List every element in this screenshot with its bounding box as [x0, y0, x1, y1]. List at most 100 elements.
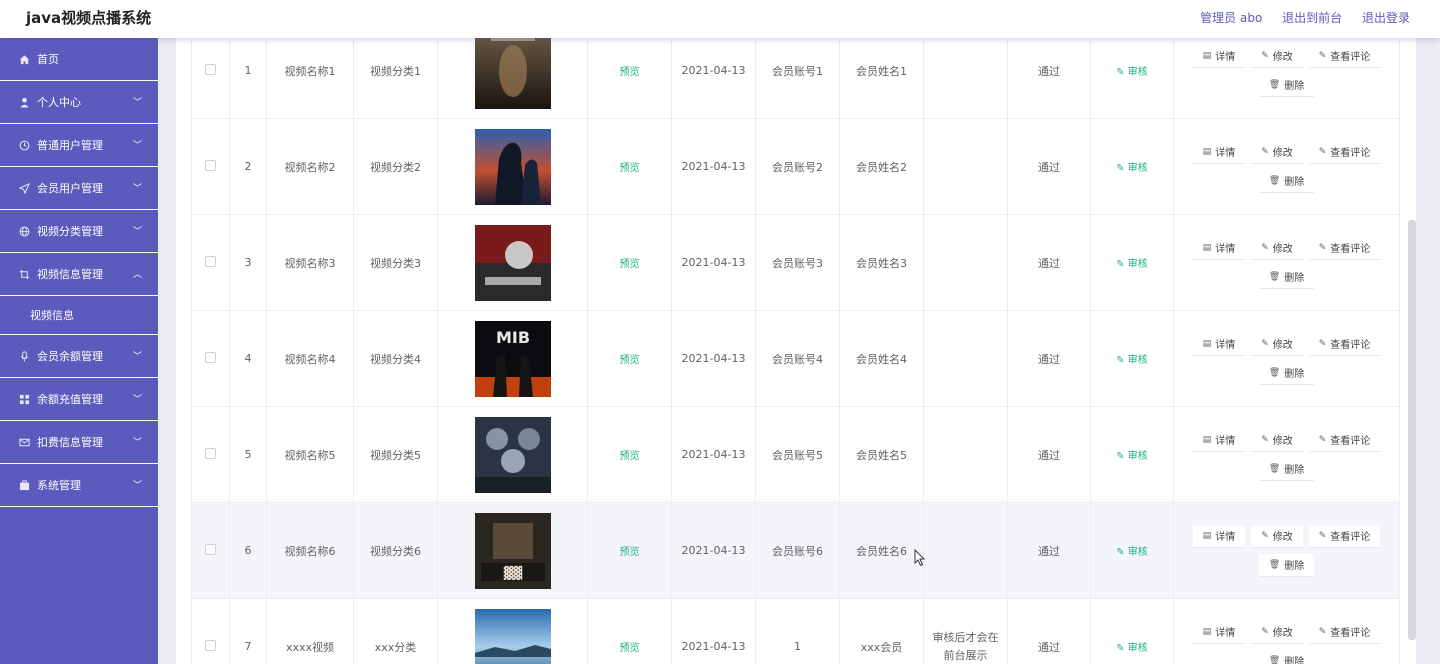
audit-reply-text: 审核后才会在前台展示	[932, 630, 999, 662]
preview-link[interactable]: 预览	[620, 67, 640, 78]
sidebar-item-home[interactable]: 首页	[0, 38, 158, 81]
table-row: 5 视频名称5 视频分类5 预览 2021-04-13 会员账号5 会员姓名5 通过 ✎ 审核 ▤…	[191, 406, 1400, 503]
sidebar-item-normal-user-management[interactable]: 普通用户管理 ﹀	[0, 124, 158, 167]
audit-label: 审核	[1127, 67, 1148, 78]
audit-link[interactable]: ✎ 审核	[1116, 547, 1148, 558]
audit-link[interactable]: ✎ 审核	[1116, 643, 1148, 654]
sidebar-item-video-info-management[interactable]: 视频信息管理 ︿	[0, 253, 158, 296]
row-checkbox[interactable]	[205, 543, 216, 555]
delete-button[interactable]: 🗑 删除	[1258, 649, 1315, 664]
grid-icon	[18, 393, 30, 405]
poster-cell	[437, 38, 588, 119]
member-name-cell: xxx会员	[839, 598, 924, 664]
delete-button[interactable]: 🗑 删除	[1258, 457, 1315, 481]
exit-to-front-link[interactable]: 退出到前台	[1282, 11, 1342, 25]
detail-label: 详情	[1215, 628, 1236, 639]
audit-action-cell: ✎ 审核	[1090, 118, 1174, 215]
delete-button[interactable]: 🗑 删除	[1258, 265, 1315, 289]
select-cell	[191, 598, 230, 664]
trash-icon: 🗑	[1268, 175, 1281, 186]
edit-label: 修改	[1272, 340, 1293, 351]
video-table: 1 视频名称1 视频分类1 预览 2021-04-13 会员账号1 会员姓名1 通过 ✎ 审核 ▤…	[191, 38, 1400, 664]
sidebar-item-system-management[interactable]: 系统管理 ﹀	[0, 464, 158, 507]
logout-link[interactable]: 退出登录	[1362, 11, 1410, 25]
preview-link[interactable]: 预览	[620, 451, 640, 462]
audit-link[interactable]: ✎ 审核	[1116, 259, 1148, 270]
view-comments-button[interactable]: ✎ 查看评论	[1308, 332, 1381, 356]
row-checkbox[interactable]	[205, 159, 216, 171]
chevron-down-icon: ﹀	[132, 481, 142, 491]
mouse-cursor-icon	[914, 549, 926, 567]
preview-link[interactable]: 预览	[620, 643, 640, 654]
delete-label: 删除	[1284, 561, 1305, 572]
preview-link[interactable]: 预览	[620, 547, 640, 558]
trash-icon: 🗑	[1268, 559, 1281, 570]
detail-button[interactable]: ▤ 详情	[1192, 236, 1246, 260]
member-account-cell: 会员账号2	[755, 118, 840, 215]
detail-button[interactable]: ▤ 详情	[1192, 44, 1246, 68]
detail-button[interactable]: ▤ 详情	[1192, 140, 1246, 164]
row-checkbox[interactable]	[205, 639, 216, 651]
sidebar-item-member-user-management[interactable]: 会员用户管理 ﹀	[0, 167, 158, 210]
view-comments-button[interactable]: ✎ 查看评论	[1308, 44, 1381, 68]
sidebar-item-deduction-management[interactable]: 扣费信息管理 ﹀	[0, 421, 158, 464]
top-bar: java视频点播系统 管理员 abo 退出到前台 退出登录	[0, 0, 1440, 38]
chevron-down-icon: ﹀	[132, 395, 142, 405]
edit-button[interactable]: ✎ 修改	[1251, 44, 1303, 68]
delete-button[interactable]: 🗑 删除	[1258, 361, 1315, 385]
view-comments-button[interactable]: ✎ 查看评论	[1308, 140, 1381, 164]
audit-link[interactable]: ✎ 审核	[1116, 451, 1148, 462]
edit-button[interactable]: ✎ 修改	[1251, 620, 1303, 644]
delete-label: 删除	[1284, 657, 1305, 664]
video-name-cell: 视频名称5	[266, 406, 354, 503]
chevron-down-icon: ﹀	[132, 438, 142, 448]
view-comments-button[interactable]: ✎ 查看评论	[1308, 236, 1381, 260]
row-checkbox[interactable]	[205, 255, 216, 267]
edit-button[interactable]: ✎ 修改	[1251, 332, 1303, 356]
index-cell: 4	[229, 310, 267, 407]
video-category-cell: 视频分类1	[353, 38, 438, 119]
member-account-cell: 会员账号4	[755, 310, 840, 407]
sidebar-item-recharge-management[interactable]: 余额充值管理 ﹀	[0, 378, 158, 421]
delete-button[interactable]: 🗑 删除	[1258, 73, 1315, 97]
sidebar-item-video-category-management[interactable]: 视频分类管理 ﹀	[0, 210, 158, 253]
view-comments-button[interactable]: ✎ 查看评论	[1308, 524, 1381, 548]
view-comments-button[interactable]: ✎ 查看评论	[1308, 620, 1381, 644]
edit-button[interactable]: ✎ 修改	[1251, 428, 1303, 452]
detail-button[interactable]: ▤ 详情	[1192, 332, 1246, 356]
edit-button[interactable]: ✎ 修改	[1251, 140, 1303, 164]
delete-button[interactable]: 🗑 删除	[1258, 169, 1315, 193]
date-cell: 2021-04-13	[671, 598, 756, 664]
audit-link[interactable]: ✎ 审核	[1116, 163, 1148, 174]
video-poster-image	[439, 224, 587, 301]
detail-button[interactable]: ▤ 详情	[1192, 428, 1246, 452]
clock-icon	[18, 139, 30, 151]
sidebar-item-member-balance-management[interactable]: 会员余额管理 ﹀	[0, 335, 158, 378]
audit-reply-cell: 审核后才会在前台展示	[923, 598, 1008, 664]
edit-button[interactable]: ✎ 修改	[1251, 524, 1303, 548]
view-comments-label: 查看评论	[1330, 436, 1371, 447]
preview-link[interactable]: 预览	[620, 355, 640, 366]
edit-icon: ✎	[1261, 530, 1269, 541]
audit-action-cell: ✎ 审核	[1090, 214, 1174, 311]
row-checkbox[interactable]	[205, 351, 216, 363]
row-checkbox[interactable]	[205, 63, 216, 75]
admin-label[interactable]: 管理员 abo	[1200, 11, 1262, 25]
delete-button[interactable]: 🗑 删除	[1258, 553, 1315, 577]
chevron-up-icon: ︿	[132, 270, 142, 280]
audit-status-cell: 通过	[1007, 598, 1091, 664]
vertical-scrollbar[interactable]	[1408, 220, 1416, 640]
preview-link[interactable]: 预览	[620, 163, 640, 174]
detail-button[interactable]: ▤ 详情	[1192, 524, 1246, 548]
preview-link[interactable]: 预览	[620, 259, 640, 270]
sidebar-item-personal-center[interactable]: 个人中心 ﹀	[0, 81, 158, 124]
audit-link[interactable]: ✎ 审核	[1116, 67, 1148, 78]
view-comments-button[interactable]: ✎ 查看评论	[1308, 428, 1381, 452]
edit-button[interactable]: ✎ 修改	[1251, 236, 1303, 260]
row-checkbox[interactable]	[205, 447, 216, 459]
sidebar-subitem-video-info[interactable]: 视频信息	[0, 296, 158, 335]
detail-button[interactable]: ▤ 详情	[1192, 620, 1246, 644]
audit-link[interactable]: ✎ 审核	[1116, 355, 1148, 366]
video-poster-image	[439, 416, 587, 493]
edit-icon: ✎	[1261, 338, 1269, 349]
